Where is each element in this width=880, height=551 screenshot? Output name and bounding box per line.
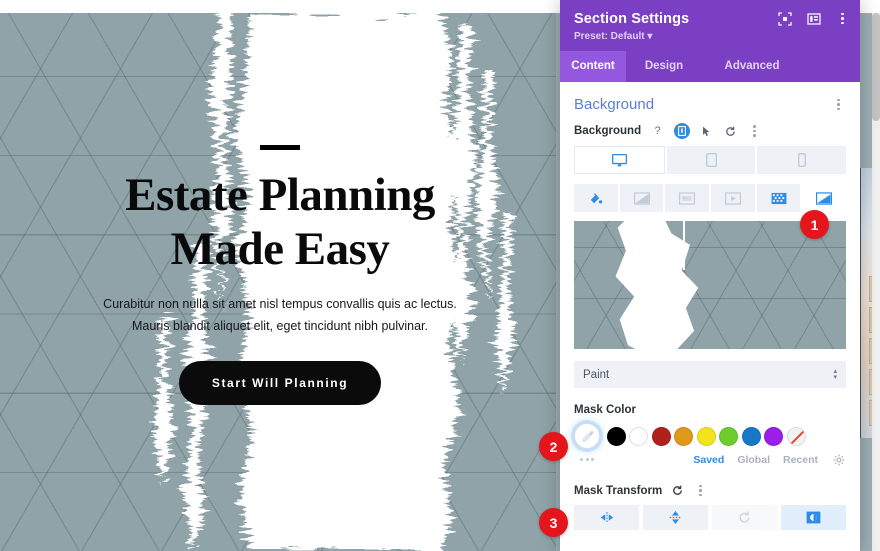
responsive-icon[interactable] bbox=[674, 123, 691, 139]
color-tab-recent[interactable]: Recent bbox=[783, 454, 818, 466]
background-pattern-tab[interactable] bbox=[756, 184, 801, 212]
section-more-icon[interactable] bbox=[831, 97, 846, 112]
eyedropper-icon[interactable] bbox=[574, 423, 600, 449]
device-preview-tabs bbox=[574, 146, 847, 174]
mask-color-meta-row: Saved Global Recent bbox=[574, 452, 846, 467]
background-mask-tab[interactable] bbox=[802, 184, 847, 212]
device-tab-phone[interactable] bbox=[757, 146, 847, 174]
panel-tab-bar: Content Design Advanced bbox=[560, 51, 860, 82]
swatch-orange[interactable] bbox=[674, 426, 693, 446]
panel-preset-selector[interactable]: Preset: Default ▾ bbox=[574, 31, 846, 42]
swatch-none[interactable] bbox=[786, 426, 806, 446]
field-more-icon[interactable] bbox=[747, 124, 762, 139]
background-image-tab[interactable] bbox=[665, 184, 710, 212]
mask-style-select[interactable]: Paint ▴ ▾ bbox=[574, 361, 846, 388]
background-section-title: Background bbox=[574, 96, 655, 113]
layout-panel-icon[interactable] bbox=[806, 11, 821, 26]
device-tab-tablet[interactable] bbox=[666, 146, 756, 174]
rotate-icon[interactable] bbox=[712, 505, 777, 530]
swatch-blue[interactable] bbox=[741, 426, 761, 446]
tab-design[interactable]: Design bbox=[626, 51, 702, 82]
mask-transform-buttons bbox=[574, 505, 846, 530]
page-scrollbar[interactable] bbox=[872, 13, 880, 551]
tab-content[interactable]: Content bbox=[560, 51, 626, 82]
background-field-label: Background bbox=[574, 125, 642, 137]
panel-body: Background Background ? Paint ▴ ▾ Mask C… bbox=[560, 82, 860, 551]
mask-preview-thumbnail[interactable] bbox=[574, 221, 846, 349]
background-section-header: Background bbox=[574, 82, 846, 123]
swatch-red[interactable] bbox=[651, 426, 671, 446]
gear-icon[interactable] bbox=[831, 452, 846, 467]
mask-style-value: Paint bbox=[583, 368, 610, 381]
swatch-purple[interactable] bbox=[764, 426, 783, 446]
color-source-tabs: Saved Global Recent bbox=[693, 452, 846, 467]
mask-transform-label: Mask Transform bbox=[574, 484, 663, 497]
mask-shape-preview bbox=[615, 221, 699, 349]
mask-transform-reset-icon[interactable] bbox=[670, 483, 685, 498]
swatch-black[interactable] bbox=[606, 426, 626, 446]
background-field-label-row: Background ? bbox=[574, 123, 846, 139]
mask-color-label: Mask Color bbox=[574, 404, 636, 416]
panel-header-icon-group bbox=[777, 11, 850, 26]
page-scrollbar-thumb[interactable] bbox=[872, 13, 880, 121]
mask-drip-1 bbox=[628, 221, 632, 280]
section-settings-panel: Section Settings Preset: Default ▾ Conte… bbox=[560, 0, 860, 551]
flip-vertical-icon[interactable] bbox=[643, 505, 708, 530]
swatch-green[interactable] bbox=[719, 426, 738, 446]
mask-transform-more-icon[interactable] bbox=[693, 483, 708, 498]
background-type-tabs bbox=[574, 184, 847, 212]
invert-icon[interactable] bbox=[781, 505, 846, 530]
reset-icon[interactable] bbox=[723, 124, 738, 139]
more-options-icon[interactable] bbox=[835, 11, 850, 26]
tab-advanced[interactable]: Advanced bbox=[702, 51, 802, 82]
color-tab-saved[interactable]: Saved bbox=[693, 454, 724, 466]
hero-divider-rule bbox=[260, 145, 300, 150]
mask-color-swatch-row bbox=[574, 423, 846, 449]
hero-section: Estate Planning Made Easy Curabitur non … bbox=[0, 0, 560, 551]
background-video-tab[interactable] bbox=[711, 184, 755, 212]
hover-cursor-icon[interactable] bbox=[699, 124, 714, 139]
background-gradient-tab[interactable] bbox=[619, 184, 664, 212]
panel-header: Section Settings Preset: Default ▾ bbox=[560, 0, 860, 51]
device-tab-desktop[interactable] bbox=[574, 146, 665, 174]
background-color-tab[interactable] bbox=[574, 184, 618, 212]
swatch-white[interactable] bbox=[629, 426, 648, 446]
mask-drip-2 bbox=[652, 221, 658, 260]
hero-title: Estate Planning Made Easy bbox=[125, 169, 435, 276]
more-colors-icon[interactable] bbox=[574, 458, 594, 461]
mask-transform-label-row: Mask Transform bbox=[574, 483, 846, 498]
swatch-yellow[interactable] bbox=[696, 426, 716, 446]
flip-horizontal-icon[interactable] bbox=[574, 505, 639, 530]
annotation-badge-3: 3 bbox=[539, 508, 568, 537]
focus-icon[interactable] bbox=[777, 11, 792, 26]
start-will-planning-button[interactable]: Start Will Planning bbox=[178, 361, 382, 406]
annotation-badge-2: 2 bbox=[539, 432, 568, 461]
mask-drip-3 bbox=[682, 221, 686, 270]
help-icon[interactable]: ? bbox=[650, 124, 665, 139]
panel-preset-label: Preset: Default bbox=[574, 31, 645, 42]
color-tab-global[interactable]: Global bbox=[737, 454, 770, 466]
hero-subtitle: Curabitur non nulla sit amet nisl tempus… bbox=[103, 297, 457, 333]
select-spinner-icon: ▴ ▾ bbox=[833, 367, 837, 381]
annotation-badge-1: 1 bbox=[800, 210, 829, 239]
